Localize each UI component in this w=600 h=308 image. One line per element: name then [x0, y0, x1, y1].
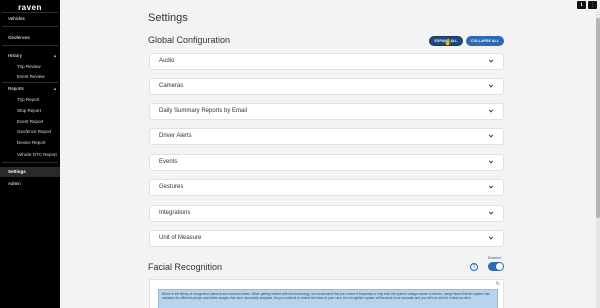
accordion-label: Integrations [159, 210, 191, 216]
sidebar-item-stop-report[interactable]: Stop Report [0, 107, 60, 114]
chevron-down-icon [488, 59, 494, 63]
sidebar-item-reports[interactable]: Reports ▲ [0, 85, 60, 92]
facial-recognition-card: ↻ Below is the library of recognized (na… [149, 279, 504, 308]
chevron-up-icon: ▲ [53, 53, 57, 58]
sidebar-item-device-report[interactable]: Device Report [0, 139, 60, 146]
scroll-thumb[interactable] [596, 18, 600, 218]
sidebar-item-vehicle-dtc-report[interactable]: Vehicle DTC Report [0, 151, 60, 158]
toggle-knob [496, 263, 503, 270]
sidebar-item-event-review[interactable]: Event Review [0, 73, 60, 80]
divider [2, 82, 58, 83]
sidebar-item-trip-report[interactable]: Trip Report [0, 96, 60, 103]
sidebar-item-geofences[interactable]: Geofences [0, 34, 60, 41]
accordion-label: Gestures [159, 184, 184, 190]
chevron-down-icon [488, 211, 494, 215]
refresh-icon[interactable]: ↻ [496, 281, 500, 287]
sidebar-item-event-report[interactable]: Event Report [0, 118, 60, 125]
sidebar-item-geofence-report[interactable]: Geofence Report [0, 128, 60, 135]
accordion-driver-alerts[interactable]: Driver Alerts [149, 128, 504, 145]
chevron-down-icon [488, 134, 494, 138]
collapse-all-button[interactable]: COLLAPSE ALL [466, 36, 504, 46]
facial-info-box: Below is the library of recognized (name… [158, 289, 498, 308]
scrollbar[interactable] [596, 12, 600, 308]
hand-cursor-icon: ☝ [444, 40, 452, 46]
accordion-events[interactable]: Events [149, 154, 504, 171]
sidebar-item-settings[interactable]: Settings [0, 167, 60, 177]
divider [2, 45, 58, 46]
facial-recognition-toggle[interactable] [488, 262, 504, 271]
accordion-cameras[interactable]: Cameras [149, 78, 504, 95]
sidebar-item-admin[interactable]: Admin [0, 180, 60, 187]
accordion-integrations[interactable]: Integrations [149, 205, 504, 222]
main-content: Settings Global Configuration EXPAND ALL… [60, 0, 600, 308]
accordion-unit-of-measure[interactable]: Unit of Measure [149, 230, 504, 247]
chevron-down-icon [488, 160, 494, 164]
sidebar-item-history[interactable]: History ▲ [0, 52, 60, 59]
accordion-label: Events [159, 159, 178, 165]
sidebar-item-vehicles[interactable]: Vehicles [0, 15, 60, 22]
chevron-down-icon [488, 185, 494, 189]
accordion-label: Audio [159, 58, 175, 64]
divider [2, 26, 58, 27]
accordion-label: Cameras [159, 83, 184, 89]
sidebar-item-trip-review[interactable]: Trip Review [0, 63, 60, 70]
page-title: Settings [148, 12, 188, 24]
sidebar: raven Vehicles Geofences History ▲ Trip R… [0, 0, 60, 308]
accordion-audio[interactable]: Audio [149, 53, 504, 70]
accordion-gestures[interactable]: Gestures [149, 179, 504, 196]
facial-recognition-title: Facial Recognition [148, 262, 223, 272]
chevron-down-icon [488, 109, 494, 113]
help-icon[interactable]: ? [470, 263, 478, 271]
accordion-label: Unit of Measure [159, 235, 202, 241]
divider [2, 12, 58, 13]
reports-label: Reports [8, 86, 24, 91]
accordion-label: Driver Alerts [159, 133, 192, 139]
enabled-label: Enabled [488, 256, 501, 260]
chevron-up-icon: ▲ [53, 86, 57, 91]
history-label: History [8, 53, 23, 58]
accordion-daily-summary-reports[interactable]: Daily Summary Reports by Email [149, 103, 504, 120]
divider [2, 162, 58, 163]
accordion-label: Daily Summary Reports by Email [159, 108, 248, 114]
global-config-title: Global Configuration [148, 35, 231, 45]
chevron-down-icon [488, 236, 494, 240]
chevron-down-icon [488, 84, 494, 88]
